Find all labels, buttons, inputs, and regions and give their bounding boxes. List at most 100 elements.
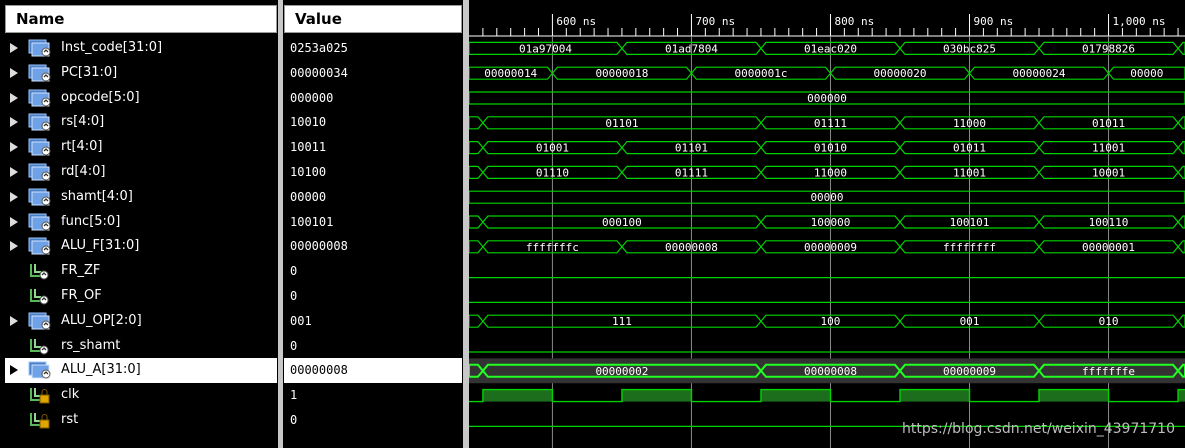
bus-segment [469, 240, 484, 254]
expand-arrow-icon[interactable] [8, 309, 20, 334]
signal-name: rt[4:0] [61, 139, 103, 155]
bus-value-label: 00000001 [1082, 241, 1135, 254]
locked-signal-icon [27, 386, 53, 404]
bus-value-label: 00000009 [943, 365, 996, 378]
signal-row[interactable]: FR_OF [5, 284, 277, 309]
expand-arrow-icon[interactable] [8, 358, 20, 383]
expand-arrow-icon[interactable] [8, 86, 20, 111]
signal-row[interactable]: FR_ZF [5, 259, 277, 284]
waveform-canvas[interactable]: 600 ns 700 ns 800 ns 900 ns 1,000 ns 01a97004… [469, 0, 1185, 448]
signal-name: FR_ZF [61, 263, 101, 279]
bus-segment [469, 165, 484, 179]
value-column-header[interactable]: Value [284, 5, 462, 33]
signal-row[interactable]: rt[4:0] [5, 135, 277, 160]
expand-arrow-icon[interactable] [8, 185, 20, 210]
signal-value: 001 [290, 313, 312, 328]
signal-value-row[interactable]: 0 [284, 284, 462, 309]
signal-row[interactable]: func[5:0] [5, 210, 277, 235]
bus-value-label: 00000002 [595, 365, 648, 378]
bus-value-label: 01101 [675, 142, 708, 155]
signal-row[interactable]: ALU_OP[2:0] [5, 309, 277, 334]
clock-high-fill [1178, 389, 1185, 402]
signal-row[interactable]: PC[31:0] [5, 61, 277, 86]
watermark-text: https://blog.csdn.net/weixin_43971710 [902, 421, 1175, 437]
signal-value-row[interactable]: 10100 [284, 160, 462, 185]
signal-value: 000000 [290, 90, 334, 105]
ruler-tick-label: 800 ns [834, 15, 874, 28]
bus-segment [1177, 240, 1185, 254]
signal-name: opcode[5:0] [61, 89, 140, 105]
bus-value-label: 01011 [1092, 117, 1125, 130]
bus-segment [469, 116, 484, 130]
signal-value-row[interactable]: 0 [284, 259, 462, 284]
signal-value: 0 [290, 412, 298, 427]
signal-name: func[5:0] [61, 213, 121, 229]
signal-value-row[interactable]: 00000008 [284, 358, 462, 384]
bus-segment [1177, 116, 1185, 130]
signal-value-row[interactable]: 000000 [284, 86, 462, 111]
signal-value: 00000034 [290, 65, 348, 80]
signal-value-row[interactable]: 10011 [284, 135, 462, 160]
signal-row[interactable]: rst [5, 408, 277, 433]
signal-value-list: 0253a025 00000034 000000 10010 10011 10100 000… [284, 36, 462, 433]
bus-value-label: 01011 [953, 142, 986, 155]
signal-value-row[interactable]: 0 [284, 334, 462, 359]
bus-value-label: 00000008 [804, 365, 857, 378]
bus-value-label: 000100 [602, 216, 642, 229]
name-value-splitter[interactable] [278, 0, 283, 448]
bus-value-label: 01101 [605, 117, 638, 130]
expand-arrow-icon[interactable] [8, 135, 20, 160]
signal-row[interactable]: rs[4:0] [5, 110, 277, 135]
ruler-tick-label: 700 ns [695, 15, 735, 28]
signal-row[interactable]: ALU_F[31:0] [5, 234, 277, 259]
signal-value-row[interactable]: 00000008 [284, 234, 462, 259]
signal-row[interactable]: shamt[4:0] [5, 185, 277, 210]
signal-value-row[interactable]: 100101 [284, 210, 462, 235]
signal-row[interactable]: rs_shamt [5, 334, 277, 359]
signal-value-row[interactable]: 0253a025 [284, 36, 462, 61]
expand-arrow-icon [8, 284, 20, 309]
ruler-tick-label: 600 ns [556, 15, 596, 28]
expand-arrow-icon[interactable] [8, 61, 20, 86]
bus-signal-icon [27, 113, 53, 131]
expand-arrow-icon[interactable] [8, 234, 20, 259]
signal-row[interactable]: ALU_A[31:0] [5, 358, 277, 384]
signal-value-row[interactable]: 001 [284, 309, 462, 334]
clock-high-fill [1039, 389, 1109, 402]
bus-value-label: 0000001c [734, 67, 787, 80]
signal-value-row[interactable]: 10010 [284, 110, 462, 135]
signal-value: 00000008 [290, 239, 348, 254]
signal-row[interactable]: rd[4:0] [5, 160, 277, 185]
expand-arrow-icon[interactable] [8, 110, 20, 135]
bus-signal-icon [27, 237, 53, 255]
expand-arrow-icon [8, 259, 20, 284]
name-column-header[interactable]: Name [5, 5, 277, 33]
bus-signal-icon [27, 64, 53, 82]
bus-signal-icon [27, 89, 53, 107]
signal-value-row[interactable]: 1 [284, 383, 462, 408]
signal-row[interactable]: clk [5, 383, 277, 408]
waveform-area[interactable]: 600 ns 700 ns 800 ns 900 ns 1,000 ns 01a97004… [469, 0, 1185, 448]
clock-high-fill [482, 389, 553, 402]
signal-row[interactable]: Inst_code[31:0] [5, 36, 277, 61]
signal-value-row[interactable]: 0 [284, 408, 462, 433]
signal-name: ALU_F[31:0] [61, 238, 140, 254]
bus-value-label: 030bc825 [943, 42, 996, 55]
signal-name: rs_shamt [61, 337, 121, 353]
signal-row[interactable]: opcode[5:0] [5, 86, 277, 111]
expand-arrow-icon[interactable] [8, 160, 20, 185]
bus-value-label: 111 [612, 315, 632, 328]
signal-value-row[interactable]: 00000 [284, 185, 462, 210]
signal-value-row[interactable]: 00000034 [284, 61, 462, 86]
signal-name-list: Inst_code[31:0] PC[31:0] opcode[5:0] rs[4:0… [5, 36, 277, 433]
bus-value-label: 11000 [814, 166, 847, 179]
signal-value: 0 [290, 288, 298, 303]
bit-signal-icon [27, 337, 53, 355]
expand-arrow-icon[interactable] [8, 210, 20, 235]
bus-value-label: 00000 [1130, 67, 1163, 80]
signal-value: 00000 [290, 189, 327, 204]
expand-arrow-icon[interactable] [8, 36, 20, 61]
signal-value: 100101 [290, 214, 334, 229]
bus-value-label: 01010 [814, 142, 847, 155]
clock-high-fill [899, 389, 970, 402]
